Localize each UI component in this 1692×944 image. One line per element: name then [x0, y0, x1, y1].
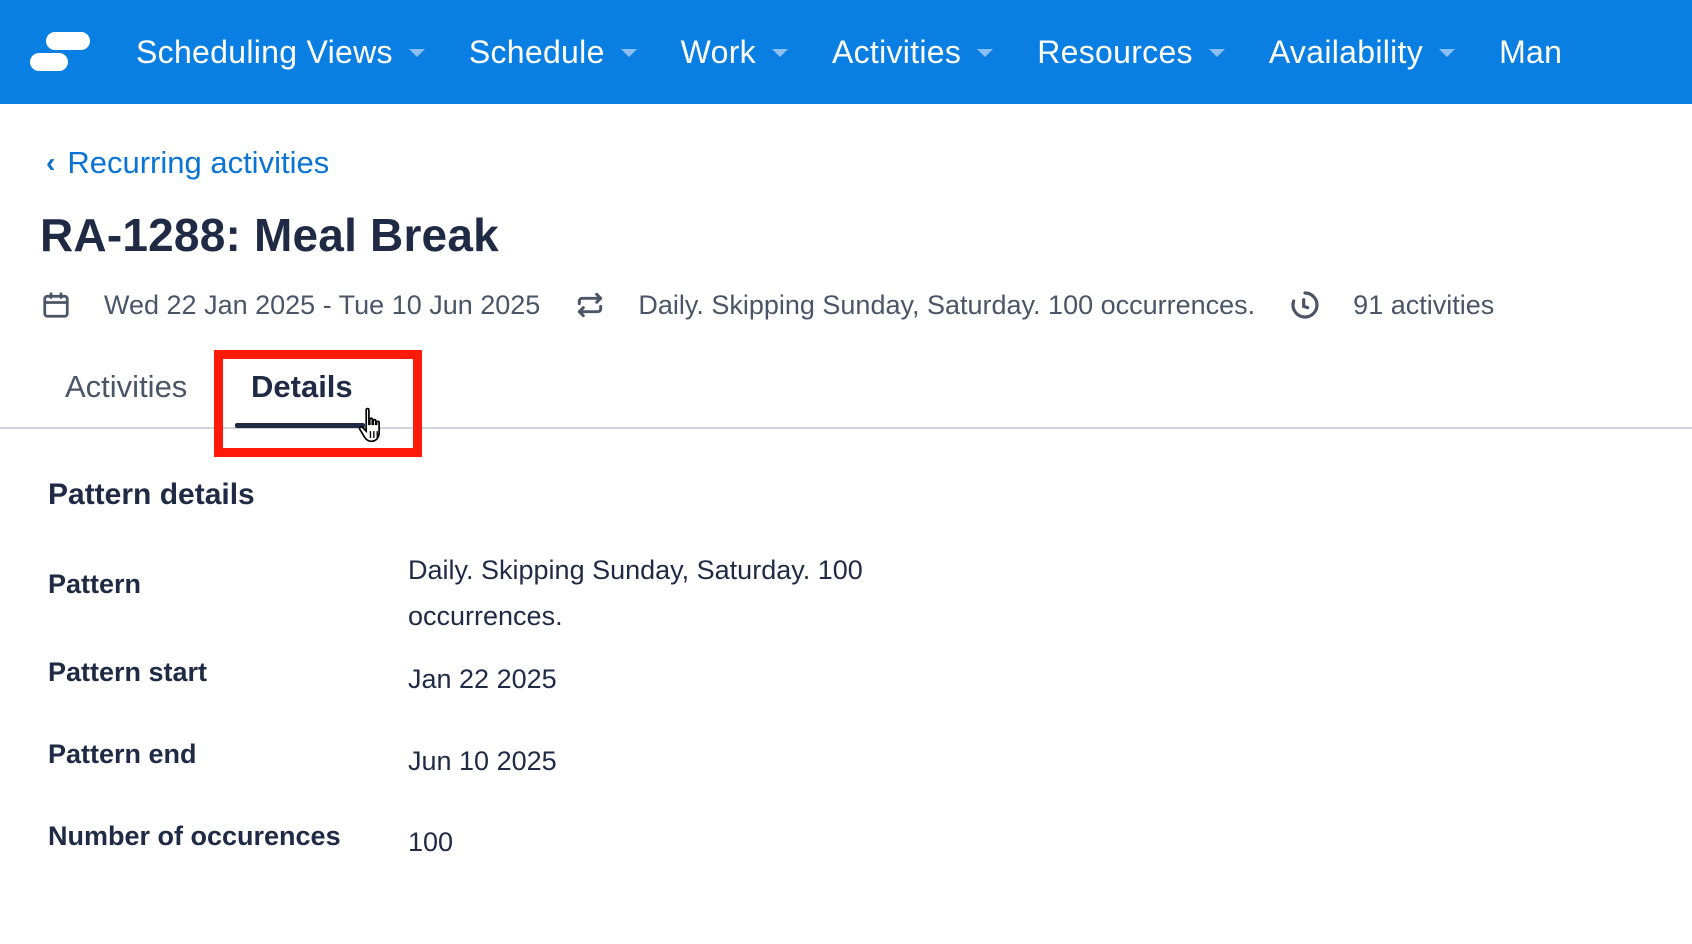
caret-down-icon [1208, 49, 1225, 57]
page-title: RA-1288: Meal Break [40, 209, 499, 261]
caret-down-icon [977, 49, 994, 57]
nav-item-activities[interactable]: Activities [831, 33, 994, 71]
calendar-icon [40, 289, 72, 321]
nav-item-scheduling-views[interactable]: Scheduling Views [136, 34, 425, 71]
active-tab-indicator [235, 423, 365, 428]
activity-count: 91 activities [1353, 289, 1495, 320]
field-label-pattern-end: Pattern end [48, 739, 197, 769]
app-logo-icon[interactable] [30, 30, 90, 74]
caret-down-icon [1439, 49, 1456, 57]
back-link-label: Recurring activities [67, 145, 330, 180]
repeat-icon [574, 289, 606, 321]
date-range: Wed 22 Jan 2025 - Tue 10 Jun 2025 [104, 289, 541, 320]
nav-item-label: Scheduling Views [136, 33, 393, 70]
chevron-left-icon: ‹ [46, 147, 56, 178]
nav-item-work[interactable]: Work [681, 34, 788, 71]
nav-item-manage[interactable]: Man [1499, 34, 1562, 71]
history-clock-icon [1289, 289, 1321, 321]
caret-down-icon [620, 49, 637, 57]
nav-item-label: Availability [1268, 33, 1424, 70]
nav-item-label: Activities [831, 33, 962, 70]
nav-item-label: Work [680, 33, 756, 70]
nav-item-schedule[interactable]: Schedule [469, 34, 637, 71]
hand-pointer-cursor-icon [356, 405, 390, 447]
tab-bar: Activities Details [0, 355, 1692, 429]
recurrence-summary: Daily. Skipping Sunday, Saturday. 100 oc… [638, 289, 1256, 320]
nav-item-resources[interactable]: Resources [1037, 34, 1225, 71]
nav-item-label: Man [1499, 33, 1563, 70]
field-value-number-of-occurences: 100 [408, 827, 454, 857]
field-value-pattern-start: Jan 22 2025 [408, 664, 557, 694]
field-value-pattern: Daily. Skipping Sunday, Saturday. 100 oc… [408, 555, 863, 631]
nav-item-availability[interactable]: Availability [1268, 33, 1456, 71]
nav-item-label: Schedule [468, 33, 605, 70]
field-value-pattern-end: Jun 10 2025 [408, 746, 557, 776]
back-to-recurring-activities-link[interactable]: ‹ Recurring activities [46, 145, 329, 181]
caret-down-icon [771, 49, 788, 57]
summary-row: Wed 22 Jan 2025 - Tue 10 Jun 2025 Daily.… [40, 285, 1528, 325]
tab-details[interactable]: Details [251, 369, 353, 405]
top-navigation-bar: Scheduling Views Schedule Work Activitie… [0, 0, 1692, 104]
nav-menu: Scheduling Views Schedule Work Activitie… [136, 0, 1606, 104]
section-title: Pattern details [48, 478, 255, 511]
field-label-number-of-occurences: Number of occurences [48, 821, 341, 851]
field-label-pattern-start: Pattern start [48, 657, 208, 687]
field-label-pattern: Pattern [48, 569, 142, 599]
tab-activities[interactable]: Activities [65, 369, 187, 405]
caret-down-icon [408, 49, 425, 57]
nav-item-label: Resources [1037, 33, 1193, 70]
